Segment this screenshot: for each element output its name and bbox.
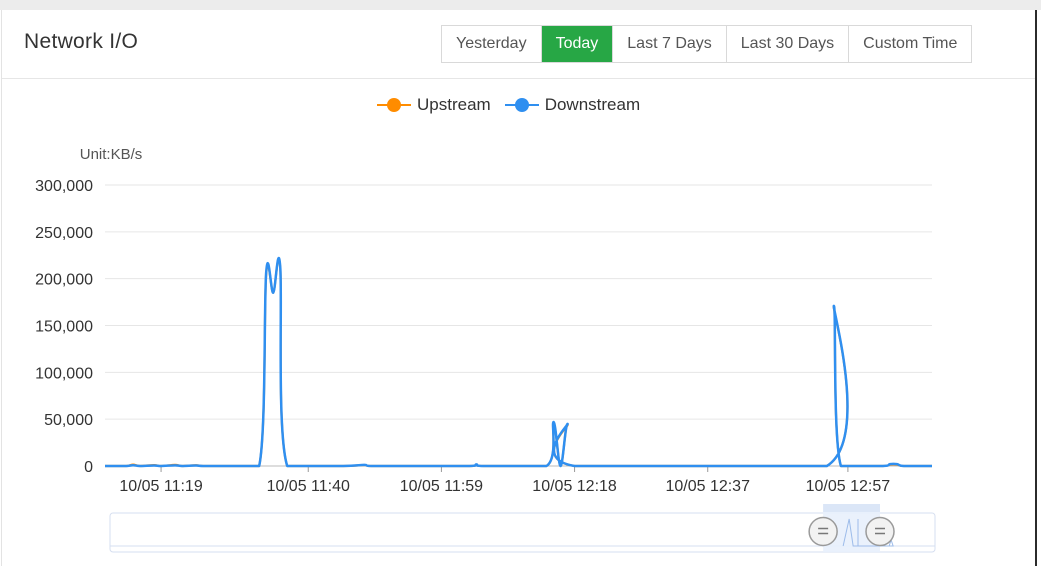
zoom-window-top-bar[interactable]	[823, 504, 880, 512]
y-tick-label: 150,000	[35, 319, 93, 336]
y-tick-label: 300,000	[35, 178, 93, 195]
zoom-start-handle[interactable]	[808, 516, 838, 547]
x-tick-label: 10/05 11:19	[119, 478, 202, 495]
x-tick-label: 10/05 11:59	[400, 478, 483, 495]
series-line-downstream	[105, 256, 932, 468]
series-line-upstream	[105, 257, 932, 468]
zoom-end-handle[interactable]	[865, 516, 895, 547]
y-tick-label: 250,000	[35, 225, 93, 242]
y-tick-label: 0	[84, 459, 93, 476]
y-tick-label: 200,000	[35, 272, 93, 289]
x-tick-label: 10/05 12:57	[806, 478, 891, 495]
network-io-chart: Unit:KB/s 0 50,000 100,000 150,000 200,000 250…	[35, 146, 936, 553]
y-tick-label: 50,000	[44, 412, 93, 429]
x-tick-label: 10/05 12:18	[532, 478, 617, 495]
x-tick-label: 10/05 11:40	[267, 478, 350, 495]
unit-label: Unit:KB/s	[80, 146, 143, 163]
y-tick-label: 100,000	[35, 365, 93, 382]
x-tick-label: 10/05 12:37	[665, 478, 750, 495]
